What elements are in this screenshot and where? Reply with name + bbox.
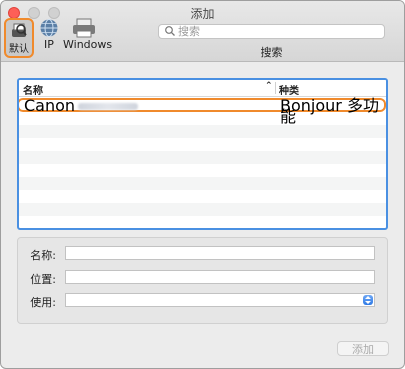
list-row [19, 216, 386, 228]
select-arrows-icon[interactable] [363, 295, 373, 305]
search-icon [165, 26, 175, 36]
search-field[interactable]: 搜索 [158, 24, 385, 39]
list-row [19, 138, 386, 151]
toolbar-default-label: 默认 [9, 44, 29, 55]
window-title: 添加 [190, 7, 215, 21]
redacted-model [78, 103, 139, 110]
toolbar-windows-label: Windows [63, 38, 113, 51]
printer-name: Canon [24, 98, 139, 114]
toolbar-ip-label: IP [44, 38, 54, 51]
search-placeholder: 搜索 [178, 25, 200, 38]
list-row [19, 125, 386, 138]
windows-printer-icon [73, 18, 95, 38]
search-label: 搜索 [260, 46, 283, 59]
add-button[interactable]: 添加 [337, 341, 389, 356]
globe-icon [40, 19, 58, 37]
empty-rows [19, 112, 386, 228]
list-row [19, 151, 386, 164]
use-label: 使用: [30, 296, 56, 309]
location-label: 位置: [30, 273, 56, 286]
list-row [19, 164, 386, 177]
column-divider [275, 82, 276, 94]
column-header-name[interactable]: 名称 [23, 82, 43, 97]
default-printer-icon [12, 23, 27, 37]
list-row [19, 112, 386, 125]
titlebar: 添加 默认 IP Windows 搜索 搜索 [1, 1, 404, 62]
use-select[interactable] [65, 293, 375, 307]
printer-list[interactable]: 名称 ⌃ 种类 Canon Bonjour 多功能 [17, 78, 388, 230]
sort-ascending-icon[interactable]: ⌃ [265, 81, 273, 91]
printer-details-panel: 名称: 位置: 使用: [17, 237, 388, 324]
name-field[interactable] [65, 246, 375, 260]
list-row [19, 177, 386, 190]
location-field[interactable] [65, 270, 375, 284]
list-header: 名称 ⌃ 种类 [19, 80, 386, 97]
column-header-kind[interactable]: 种类 [279, 82, 299, 97]
toolbar-default-button[interactable]: 默认 [4, 18, 34, 58]
toolbar-windows-button[interactable]: Windows [63, 18, 112, 51]
list-row [19, 203, 386, 216]
add-printer-window: 添加 默认 IP Windows 搜索 搜索 名称 ⌃ 种类 Canon Bon… [0, 0, 405, 369]
list-row [19, 190, 386, 203]
toolbar-ip-button[interactable]: IP [39, 18, 59, 51]
name-label: 名称: [30, 249, 56, 262]
printer-row-selected[interactable]: Canon Bonjour 多功能 [19, 98, 386, 125]
